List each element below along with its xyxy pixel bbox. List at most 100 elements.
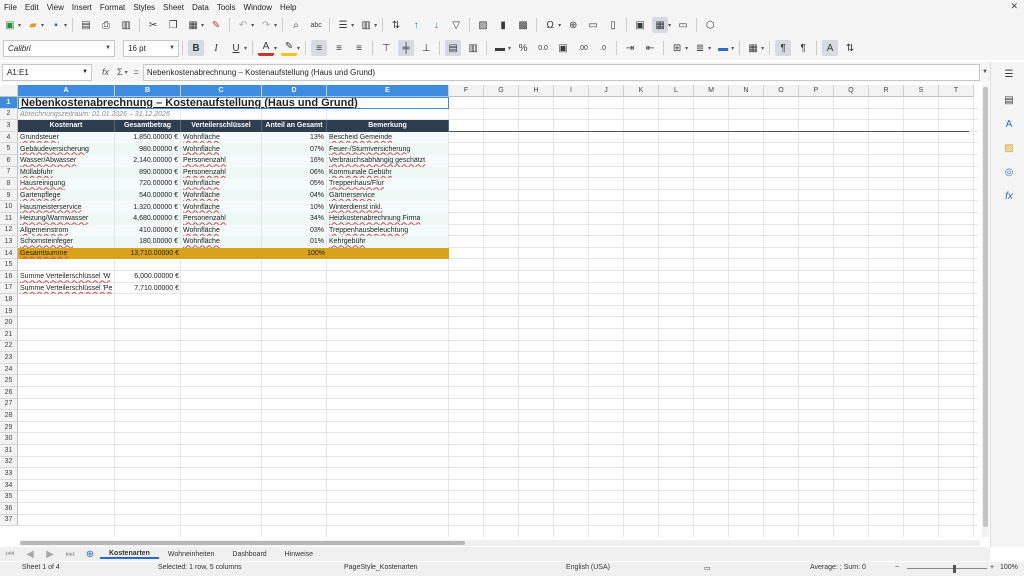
freeze-rows-columns-icon[interactable]: ▦ xyxy=(652,17,669,33)
table-cell[interactable]: Müllabfuhr xyxy=(18,166,115,179)
row-header-5[interactable]: 5 xyxy=(0,143,18,155)
row-header-8[interactable]: 8 xyxy=(0,178,18,190)
column-header-k[interactable]: K xyxy=(624,85,659,97)
zoom-out-icon[interactable]: − xyxy=(895,564,899,571)
left-to-right-icon[interactable]: ¶ xyxy=(775,40,792,56)
scroll-first-sheet-icon[interactable]: ⏮ xyxy=(2,546,18,562)
menu-item-sheet[interactable]: Sheet xyxy=(159,3,188,12)
row-header-24[interactable]: 24 xyxy=(0,363,18,376)
row-header-2[interactable]: 2 xyxy=(0,108,18,121)
table-cell[interactable]: 16% xyxy=(262,155,327,167)
row-header-32[interactable]: 32 xyxy=(0,456,18,469)
row-header-10[interactable]: 10 xyxy=(0,201,18,213)
billing-period[interactable]: Abrechnungszeitraum: 01.01.2026 – 31.12.… xyxy=(18,109,449,121)
border-style-dropdown-icon[interactable]: ▾ xyxy=(708,45,711,52)
number-format-icon[interactable]: 0.0 xyxy=(535,40,551,56)
increase-indent-icon[interactable]: ⇥ xyxy=(622,40,638,56)
column-header-l[interactable]: L xyxy=(659,85,694,97)
row-header-37[interactable]: 37 xyxy=(0,514,18,527)
split-window-icon[interactable]: ▭ xyxy=(675,17,691,33)
equals-icon[interactable]: = xyxy=(134,67,139,77)
row-header-29[interactable]: 29 xyxy=(0,421,18,434)
tab-hinweise[interactable]: Hinweise xyxy=(276,551,322,558)
zoom-in-icon[interactable]: + xyxy=(990,564,994,571)
status-language[interactable]: English (USA) xyxy=(566,564,610,571)
copy-icon[interactable]: ❐ xyxy=(165,17,181,33)
column-header-b[interactable]: B xyxy=(115,85,181,97)
border-color-icon[interactable]: ▬ xyxy=(715,40,731,56)
conditional-format-icon[interactable]: ▦ xyxy=(745,40,761,56)
table-cell[interactable]: Kommunale Gebühr xyxy=(327,166,449,179)
properties-icon[interactable]: ▤ xyxy=(1001,92,1017,108)
paste-dropdown-icon[interactable]: ▾ xyxy=(201,22,204,29)
column-header-s[interactable]: S xyxy=(904,85,939,97)
spreadsheet-grid[interactable]: A B C D E F G H I J K L M N O P Q R S T 1 2 3 4 5 6 7 8 9 10 11 12 13 14 1… xyxy=(0,85,980,537)
font-color-dropdown-icon[interactable]: ▾ xyxy=(274,45,277,52)
save-dropdown-icon[interactable]: ▾ xyxy=(64,22,67,29)
center-vertically-icon[interactable]: ╪ xyxy=(398,40,415,56)
gallery-icon[interactable]: ▨ xyxy=(1001,140,1017,156)
table-cell[interactable]: 980.00000 € xyxy=(115,143,181,155)
find-replace-icon[interactable]: ⌕ xyxy=(288,17,304,33)
table-cell[interactable]: 05% xyxy=(262,178,327,190)
undo-dropdown-icon[interactable]: ▾ xyxy=(251,22,254,29)
wrap-text-icon[interactable]: ▤ xyxy=(445,40,462,56)
table-cell[interactable]: Wohnfläche xyxy=(181,189,262,202)
redo-dropdown-icon[interactable]: ▾ xyxy=(274,22,277,29)
sum-personenzahl-label[interactable]: Summe Verteilerschlüssel 'Pe xyxy=(18,283,115,295)
table-cell[interactable]: Hausmeisterservice xyxy=(18,201,115,213)
table-cell[interactable]: Allgemeinstrom xyxy=(18,224,115,237)
table-cell[interactable]: 410.00000 € xyxy=(115,224,181,237)
menu-item-edit[interactable]: Edit xyxy=(21,3,43,12)
row-header-14[interactable]: 14 xyxy=(0,247,18,260)
row-header-30[interactable]: 30 xyxy=(0,433,18,445)
sum-wohnflaeche-label[interactable]: Summe Verteilerschlüssel 'W xyxy=(18,271,115,283)
add-decimal-icon[interactable]: .00 xyxy=(575,40,591,56)
column-header-c[interactable]: C xyxy=(181,85,262,97)
table-cell[interactable]: Wohnfläche xyxy=(181,236,262,248)
freeze-dropdown-icon[interactable]: ▾ xyxy=(668,22,671,29)
sheet-title[interactable]: Nebenkostenabrechnung – Kostenaufstellun… xyxy=(18,97,449,109)
row-header-25[interactable]: 25 xyxy=(0,375,18,387)
align-center-icon[interactable]: ≡ xyxy=(331,40,347,56)
table-cell[interactable]: Gartenpflege xyxy=(18,189,115,202)
menu-item-insert[interactable]: Insert xyxy=(68,3,96,12)
column-header-g[interactable]: G xyxy=(484,85,519,97)
table-cell[interactable]: Gärtnerservice xyxy=(327,189,449,202)
align-right-icon[interactable]: ≡ xyxy=(351,40,367,56)
row-header-18[interactable]: 18 xyxy=(0,294,18,306)
table-cell[interactable]: 01% xyxy=(262,236,327,248)
sort-descending-icon[interactable]: ↓ xyxy=(428,17,444,33)
row-header-21[interactable]: 21 xyxy=(0,329,18,341)
table-header-cell[interactable]: Bemerkung xyxy=(327,120,449,132)
table-cell[interactable]: 04% xyxy=(262,189,327,202)
table-header-cell[interactable]: Kostenart xyxy=(18,120,115,132)
clone-formatting-icon[interactable]: ✎ xyxy=(208,17,224,33)
sort-ascending-icon[interactable]: ↑ xyxy=(408,17,424,33)
table-cell[interactable]: Treppenhaus/Flur xyxy=(327,178,449,190)
row-header-34[interactable]: 34 xyxy=(0,479,18,492)
column-header-t[interactable]: T xyxy=(939,85,974,97)
border-style-icon[interactable]: ≣ xyxy=(692,40,708,56)
merge-center-icon[interactable]: ▥ xyxy=(465,40,481,56)
table-header-cell[interactable]: Gesamtbetrag xyxy=(115,120,181,132)
column-header-d[interactable]: D xyxy=(262,85,327,97)
total-amount[interactable]: 13,710.00000 € xyxy=(115,248,181,260)
new-dropdown-icon[interactable]: ▾ xyxy=(18,22,21,29)
insert-pivot-table-icon[interactable]: ▩ xyxy=(515,17,531,33)
menu-item-file[interactable]: File xyxy=(0,3,21,12)
paste-icon[interactable]: ▦ xyxy=(185,17,201,33)
row-header-9[interactable]: 9 xyxy=(0,189,18,202)
table-cell[interactable]: Wohnfläche xyxy=(181,201,262,213)
sum-icon[interactable]: Σ xyxy=(117,67,123,77)
row-header-28[interactable]: 28 xyxy=(0,410,18,422)
scroll-thumb[interactable] xyxy=(20,541,465,545)
menu-item-styles[interactable]: Styles xyxy=(129,3,159,12)
menu-icon[interactable]: ☰ xyxy=(1001,66,1017,82)
underline-dropdown-icon[interactable]: ▾ xyxy=(244,45,247,52)
table-cell[interactable]: Wohnfläche xyxy=(181,143,262,155)
table-header-cell[interactable]: Anteil an Gesamt xyxy=(262,120,327,132)
italic-icon[interactable]: I xyxy=(208,40,224,56)
table-cell[interactable]: Wohnfläche xyxy=(181,224,262,237)
column-header-f[interactable]: F xyxy=(449,85,484,97)
